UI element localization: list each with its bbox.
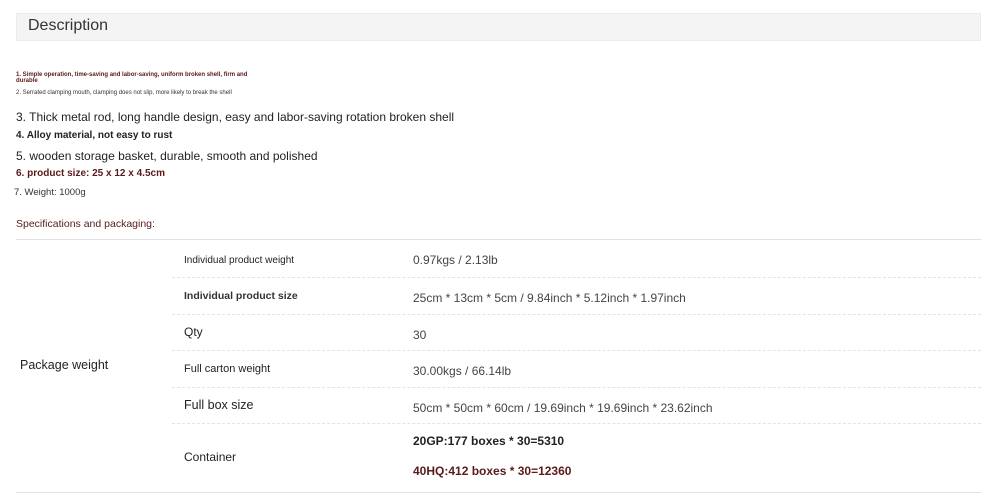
feature-item: 2. Serrated clamping mouth, clamping doe… [16, 90, 232, 96]
container-40hq-value: 40HQ:412 boxes * 30=12360 [413, 464, 572, 478]
feature-item: 3. Thick metal rod, long handle design, … [16, 110, 455, 124]
description-header: Description [16, 13, 981, 41]
row-label: Full box size [184, 398, 254, 412]
row-value: 25cm * 13cm * 5cm / 9.84inch * 5.12inch … [413, 291, 686, 305]
table-row: Container 20GP:177 boxes * 30=5310 40HQ:… [172, 424, 981, 492]
feature-item: 6. product size: 25 x 12 x 4.5cm [16, 168, 165, 179]
container-20gp-value: 20GP:177 boxes * 30=5310 [413, 434, 565, 448]
feature-item: 7. Weight: 1000g [14, 187, 86, 198]
description-title: Description [28, 17, 109, 34]
row-value: 50cm * 50cm * 60cm / 19.69inch * 19.69in… [413, 401, 713, 415]
specifications-title: Specifications and packaging: [16, 218, 155, 230]
table-row: Full carton weight 30.00kgs / 66.14lb [172, 351, 981, 388]
table-bottom-divider [16, 492, 981, 493]
feature-item: 5. wooden storage basket, durable, smoot… [16, 149, 318, 163]
table-row: Full box size 50cm * 50cm * 60cm / 19.69… [172, 388, 981, 424]
table-row: Qty 30 [172, 315, 981, 351]
feature-item: 4. Alloy material, not easy to rust [16, 130, 173, 141]
row-label: Individual product weight [184, 255, 295, 266]
package-weight-label: Package weight [20, 358, 109, 372]
row-value: 30 [413, 328, 427, 342]
table-row: Individual product weight 0.97kgs / 2.13… [172, 240, 981, 278]
row-label: Container [184, 450, 237, 464]
row-label: Qty [184, 325, 203, 339]
row-value: 30.00kgs / 66.14lb [413, 364, 512, 378]
table-row: Individual product size 25cm * 13cm * 5c… [172, 278, 981, 315]
row-label: Full carton weight [184, 363, 271, 375]
row-value: 0.97kgs / 2.13lb [413, 253, 498, 267]
row-label: Individual product size [184, 290, 298, 302]
feature-item: 1. Simple operation, time-saving and lab… [16, 72, 248, 84]
